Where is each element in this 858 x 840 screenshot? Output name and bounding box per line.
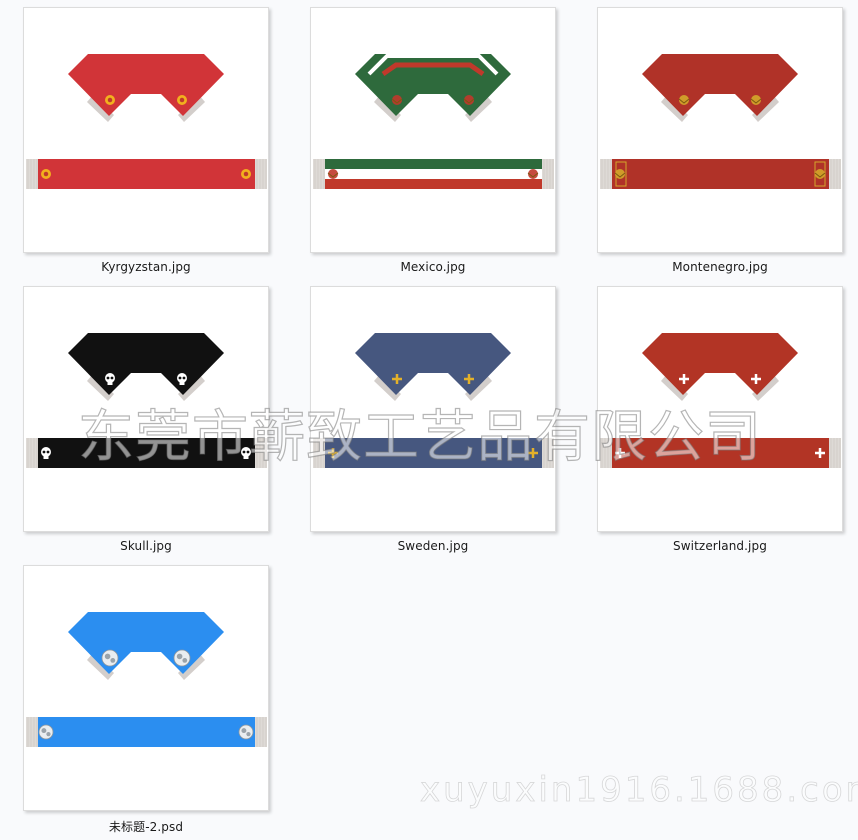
file-item[interactable]: Switzerland.jpg [597, 286, 849, 561]
file-thumbnail[interactable] [310, 7, 556, 253]
scarf-band [612, 438, 829, 468]
file-thumbnail[interactable] [23, 7, 269, 253]
scarf-image [26, 612, 267, 747]
scarf-collar [642, 54, 798, 122]
file-thumbnail[interactable] [597, 286, 843, 532]
scarf-band [325, 438, 542, 468]
scarf-image [600, 333, 841, 468]
file-thumbnail[interactable] [23, 565, 269, 811]
ball-icon [101, 649, 119, 667]
scarf-image [313, 333, 554, 468]
eagle-icon [814, 169, 826, 179]
scarf-collar [68, 54, 224, 122]
scarf-band [38, 159, 255, 189]
sun-icon [41, 169, 51, 179]
file-name: Skull.jpg [120, 539, 172, 553]
file-item[interactable]: Kyrgyzstan.jpg [23, 7, 275, 282]
scarf-image [600, 54, 841, 189]
scarf-band [38, 438, 255, 468]
file-item[interactable]: Montenegro.jpg [597, 7, 849, 282]
eagle-icon [463, 95, 475, 105]
file-name: Sweden.jpg [397, 539, 469, 553]
scarf-collar [68, 333, 224, 401]
ball-icon [38, 724, 54, 740]
scarf-image [313, 54, 554, 189]
file-thumbnail[interactable] [597, 7, 843, 253]
eagle-icon [327, 169, 339, 179]
file-name: 未标题-2.psd [108, 820, 184, 834]
file-thumbnail[interactable] [310, 286, 556, 532]
file-name: Switzerland.jpg [673, 539, 767, 553]
file-thumbnail[interactable] [23, 286, 269, 532]
scarf-collar [355, 333, 511, 401]
eagle-icon [527, 169, 539, 179]
scarf-band [612, 159, 829, 189]
eagle-icon [750, 95, 762, 105]
scarf-image [26, 333, 267, 468]
eagle-icon [614, 169, 626, 179]
scarf-collar [642, 333, 798, 401]
scarf-collar [355, 54, 511, 122]
ball-icon [173, 649, 191, 667]
file-name: Kyrgyzstan.jpg [101, 260, 191, 274]
file-item[interactable]: 未标题-2.psd [23, 565, 275, 840]
eagle-icon [391, 95, 403, 105]
sun-icon [105, 95, 115, 105]
scarf-band [38, 717, 255, 747]
file-item[interactable]: Skull.jpg [23, 286, 275, 561]
eagle-icon [678, 95, 690, 105]
file-item[interactable]: Mexico.jpg [310, 7, 562, 282]
watermark-url: xuyuxin1916.1688.com [420, 770, 858, 811]
ball-icon [238, 724, 254, 740]
file-name: Montenegro.jpg [672, 260, 768, 274]
scarf-band [325, 159, 542, 189]
scarf-image [26, 54, 267, 189]
file-name: Mexico.jpg [400, 260, 466, 274]
sun-icon [177, 95, 187, 105]
file-item[interactable]: Sweden.jpg [310, 286, 562, 561]
scarf-collar [68, 612, 224, 680]
sun-icon [241, 169, 251, 179]
